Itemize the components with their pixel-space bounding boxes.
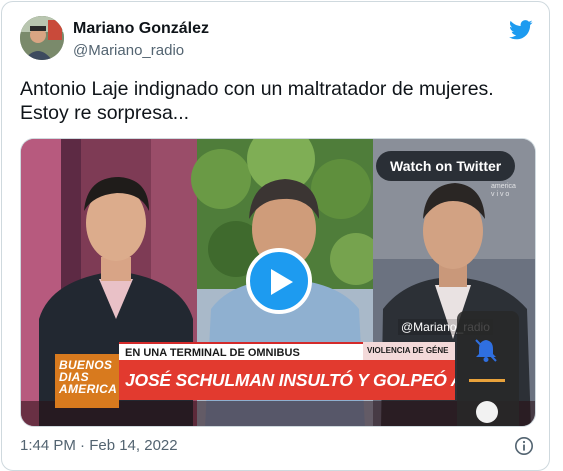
channel-bug-line: america xyxy=(491,183,516,190)
video-player[interactable]: Watch on Twitter america v i v o BUENOS … xyxy=(20,138,536,427)
subheadline-bar: EN UNA TERMINAL DE OMNIBUS xyxy=(119,342,363,360)
avatar[interactable] xyxy=(20,16,64,60)
watch-on-twitter-button[interactable]: Watch on Twitter xyxy=(376,151,516,181)
twitter-bird-icon[interactable] xyxy=(509,20,533,40)
topic-bar: VIOLENCIA DE GÉNE xyxy=(363,342,455,360)
info-icon[interactable] xyxy=(514,436,534,456)
tweet-text-line: Estoy re sorpresa... xyxy=(20,102,190,124)
play-icon xyxy=(271,269,293,295)
channel-bug: america v i v o xyxy=(491,183,516,199)
tweet-card[interactable]: Mariano González @Mariano_radio Antonio … xyxy=(1,1,550,471)
tweet-text: Antonio Laje indignado con un maltratado… xyxy=(20,77,535,125)
overlay-record-dot[interactable] xyxy=(476,401,498,423)
channel-bug-line: v i v o xyxy=(491,191,510,198)
tweet-timestamp[interactable]: 1:44 PM · Feb 14, 2022 xyxy=(20,437,178,454)
author-handle[interactable]: @Mariano_radio xyxy=(73,42,184,59)
program-logo-line: AMERICA xyxy=(59,382,118,396)
bell-icon[interactable] xyxy=(471,335,501,365)
headline-bar: JOSÉ SCHULMAN INSULTÓ Y GOLPEÓ A UNA EMP… xyxy=(119,360,455,400)
play-button[interactable] xyxy=(246,248,312,314)
program-logo: BUENOS DIAS AMERICA xyxy=(55,354,119,408)
author-display-name[interactable]: Mariano González xyxy=(73,20,209,38)
overlay-divider xyxy=(469,379,505,382)
tweet-text-line: Antonio Laje indignado con un maltratado… xyxy=(20,78,494,100)
